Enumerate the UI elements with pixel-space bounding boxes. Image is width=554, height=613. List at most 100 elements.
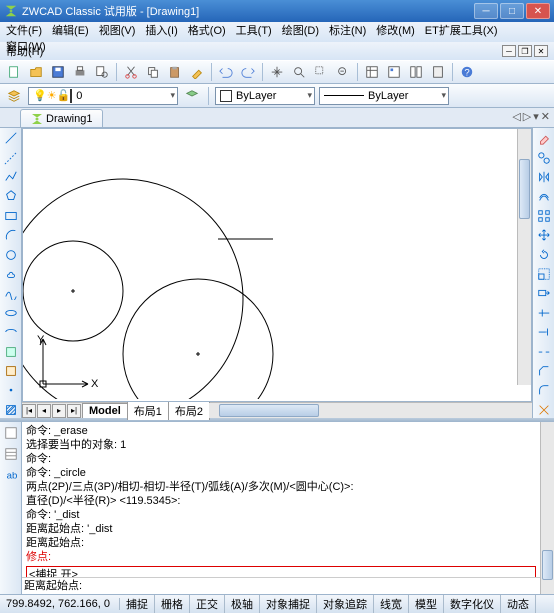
menu-help[interactable]: 帮助(H): [6, 43, 43, 59]
redo-button[interactable]: [238, 62, 258, 82]
copy-button[interactable]: [143, 62, 163, 82]
status-snap[interactable]: 捕捉: [120, 595, 155, 613]
zoom-prev-button[interactable]: [333, 62, 353, 82]
tab-layout2[interactable]: 布局2: [168, 401, 210, 420]
break-button[interactable]: [535, 343, 553, 359]
tab-prev-button[interactable]: ◂: [37, 404, 51, 418]
mirror-button[interactable]: [535, 169, 553, 185]
open-button[interactable]: [26, 62, 46, 82]
line-button[interactable]: [2, 130, 20, 146]
circle-button[interactable]: [2, 246, 20, 262]
status-coords[interactable]: 799.8492, 762.166, 0: [0, 598, 120, 610]
menu-file[interactable]: 文件(F): [6, 22, 42, 38]
status-lwt[interactable]: 线宽: [374, 595, 409, 613]
tool-palette-button[interactable]: [406, 62, 426, 82]
layer-combo[interactable]: 💡 ☀ 🔓 0: [28, 87, 178, 105]
chamfer-button[interactable]: [535, 363, 553, 379]
tab-model[interactable]: Model: [82, 403, 128, 418]
command-input[interactable]: 距离起始点:: [22, 577, 540, 594]
print-preview-button[interactable]: [92, 62, 112, 82]
properties-button[interactable]: [362, 62, 382, 82]
menu-tools[interactable]: 工具(T): [236, 22, 272, 38]
doctab-next-button[interactable]: ▷: [523, 110, 531, 123]
canvas-hscroll[interactable]: [209, 403, 532, 418]
stretch-button[interactable]: [535, 285, 553, 301]
new-button[interactable]: [4, 62, 24, 82]
cmd-side-btn-1[interactable]: [2, 424, 20, 442]
zoom-realtime-button[interactable]: [289, 62, 309, 82]
pan-button[interactable]: [267, 62, 287, 82]
tab-next-button[interactable]: ▸: [52, 404, 66, 418]
minimize-button[interactable]: ─: [474, 3, 498, 19]
doctab-drawing1[interactable]: Drawing1: [20, 109, 103, 127]
hatch-button[interactable]: [2, 402, 20, 418]
tab-first-button[interactable]: |◂: [22, 404, 36, 418]
design-center-button[interactable]: [384, 62, 404, 82]
drawing-canvas[interactable]: Y X: [22, 128, 532, 402]
extend-button[interactable]: [535, 324, 553, 340]
point-button[interactable]: [2, 382, 20, 398]
polyline-button[interactable]: [2, 169, 20, 185]
trim-button[interactable]: [535, 305, 553, 321]
undo-button[interactable]: [216, 62, 236, 82]
menu-view[interactable]: 视图(V): [99, 22, 136, 38]
spline-button[interactable]: [2, 285, 20, 301]
rectangle-button[interactable]: [2, 208, 20, 224]
zoom-window-button[interactable]: [311, 62, 331, 82]
layer-prev-button[interactable]: [182, 86, 202, 106]
menu-et[interactable]: ET扩展工具(X): [425, 22, 498, 38]
insert-block-button[interactable]: [2, 343, 20, 359]
command-vscroll[interactable]: [540, 422, 554, 594]
ellipse-arc-button[interactable]: [2, 324, 20, 340]
status-digitizer[interactable]: 数字化仪: [444, 595, 501, 613]
status-dyn[interactable]: 动态: [501, 595, 536, 613]
match-prop-button[interactable]: [187, 62, 207, 82]
make-block-button[interactable]: [2, 363, 20, 379]
rotate-button[interactable]: [535, 246, 553, 262]
linetype-combo[interactable]: ByLayer: [319, 87, 449, 105]
color-combo[interactable]: ByLayer: [215, 87, 315, 105]
array-button[interactable]: [535, 208, 553, 224]
fillet-button[interactable]: [535, 382, 553, 398]
save-button[interactable]: [48, 62, 68, 82]
scale-button[interactable]: [535, 266, 553, 282]
status-otrack[interactable]: 对象追踪: [317, 595, 374, 613]
cmd-side-btn-2[interactable]: [2, 445, 20, 463]
tab-layout1[interactable]: 布局1: [127, 401, 169, 420]
paste-button[interactable]: [165, 62, 185, 82]
menu-modify[interactable]: 修改(M): [376, 22, 415, 38]
menu-dimension[interactable]: 标注(N): [329, 22, 366, 38]
explode-button[interactable]: [535, 402, 553, 418]
ellipse-button[interactable]: [2, 305, 20, 321]
maximize-button[interactable]: □: [500, 3, 524, 19]
menu-edit[interactable]: 编辑(E): [52, 22, 89, 38]
menu-draw[interactable]: 绘图(D): [282, 22, 319, 38]
offset-button[interactable]: [535, 188, 553, 204]
doctab-menu-button[interactable]: ▾: [533, 110, 539, 123]
tab-last-button[interactable]: ▸|: [67, 404, 81, 418]
mdi-close-button[interactable]: ✕: [534, 45, 548, 57]
status-polar[interactable]: 极轴: [225, 595, 260, 613]
polygon-button[interactable]: [2, 188, 20, 204]
menu-format[interactable]: 格式(O): [188, 22, 226, 38]
layer-manager-button[interactable]: [4, 86, 24, 106]
doctab-close-button[interactable]: ✕: [541, 110, 550, 123]
move-button[interactable]: [535, 227, 553, 243]
arc-button[interactable]: [2, 227, 20, 243]
help-button[interactable]: ?: [457, 62, 477, 82]
print-button[interactable]: [70, 62, 90, 82]
command-history[interactable]: 命令: _erase 选择要当中的对象: 1 命令: 命令: _circle 两…: [22, 422, 540, 594]
revcloud-button[interactable]: [2, 266, 20, 282]
construction-line-button[interactable]: [2, 149, 20, 165]
cut-button[interactable]: [121, 62, 141, 82]
mdi-minimize-button[interactable]: ─: [502, 45, 516, 57]
doctab-prev-button[interactable]: ◁: [512, 110, 520, 123]
mdi-restore-button[interactable]: ❐: [518, 45, 532, 57]
status-ortho[interactable]: 正交: [190, 595, 225, 613]
status-model[interactable]: 模型: [409, 595, 444, 613]
menu-insert[interactable]: 插入(I): [145, 22, 177, 38]
canvas-vscroll[interactable]: [517, 129, 531, 385]
status-osnap[interactable]: 对象捕捉: [260, 595, 317, 613]
status-grid[interactable]: 栅格: [155, 595, 190, 613]
cmd-side-btn-3[interactable]: ab: [2, 466, 20, 484]
